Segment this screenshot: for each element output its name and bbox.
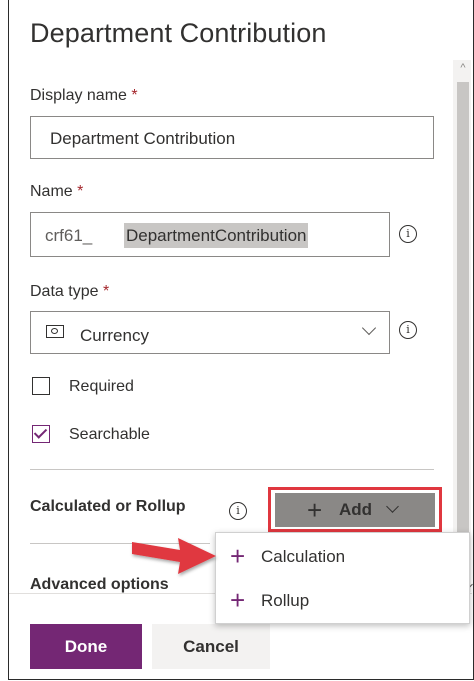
display-name-input[interactable]: Department Contribution bbox=[30, 116, 434, 159]
calculated-info-icon[interactable]: i bbox=[229, 502, 247, 520]
menu-item-calculation[interactable]: + Calculation bbox=[216, 535, 469, 579]
name-label: Name * bbox=[30, 183, 84, 200]
currency-icon bbox=[46, 325, 64, 338]
searchable-checkbox[interactable] bbox=[32, 425, 50, 443]
name-info-icon[interactable]: i bbox=[399, 225, 417, 243]
chevron-down-icon bbox=[361, 320, 377, 336]
data-type-info-icon[interactable]: i bbox=[399, 321, 417, 339]
display-name-value: Department Contribution bbox=[50, 129, 236, 148]
data-type-value: Currency bbox=[80, 326, 149, 345]
name-value: DepartmentContribution bbox=[124, 223, 309, 248]
display-name-label: Display name * bbox=[30, 87, 138, 104]
add-menu: + Calculation + Rollup bbox=[215, 532, 470, 624]
name-prefix: crf61_ bbox=[45, 226, 93, 245]
done-button[interactable]: Done bbox=[30, 624, 142, 669]
searchable-checkbox-label: Searchable bbox=[69, 426, 150, 443]
required-checkbox-label: Required bbox=[69, 378, 134, 395]
name-input[interactable]: crf61_ DepartmentContribution bbox=[30, 212, 390, 257]
checkmark-icon bbox=[33, 425, 48, 439]
calculated-rollup-label: Calculated or Rollup bbox=[30, 498, 186, 515]
menu-item-rollup[interactable]: + Rollup bbox=[216, 579, 469, 623]
menu-item-label: Rollup bbox=[261, 591, 310, 610]
add-button-highlight bbox=[268, 487, 442, 532]
required-checkbox[interactable] bbox=[32, 377, 50, 395]
plus-icon: + bbox=[230, 541, 246, 571]
callout-arrow-icon bbox=[132, 538, 216, 574]
divider bbox=[30, 469, 434, 470]
scrollbar-thumb[interactable] bbox=[457, 82, 469, 582]
scroll-up-icon[interactable]: ^ bbox=[455, 60, 471, 76]
panel-title: Department Contribution bbox=[30, 18, 327, 48]
plus-icon: + bbox=[230, 585, 246, 615]
data-type-label: Data type * bbox=[30, 283, 110, 300]
menu-item-label: Calculation bbox=[261, 547, 346, 566]
data-type-select[interactable]: Currency bbox=[30, 311, 390, 354]
cancel-button[interactable]: Cancel bbox=[152, 624, 270, 669]
